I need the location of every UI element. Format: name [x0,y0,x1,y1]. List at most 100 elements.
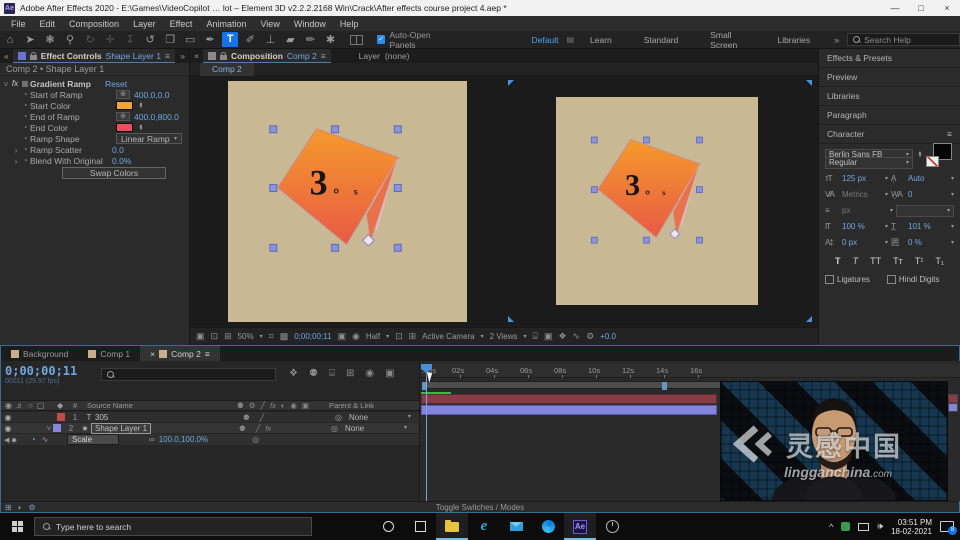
eraser-tool-icon[interactable]: ▰ [280,33,300,46]
faux-bold-button[interactable]: T [835,256,841,266]
stroke-width-field[interactable]: px ▾ [842,206,893,215]
eye-icon[interactable]: ◉ [1,413,15,422]
pan-camera-tool-icon[interactable]: ✛ [100,33,120,46]
mail-icon[interactable] [500,513,532,540]
panel-overflow-icon[interactable]: » [180,51,189,61]
graph-editor-icon[interactable]: ▣ [385,368,394,379]
workspace-learn[interactable]: Learn [574,35,628,45]
workspace-menu-icon[interactable]: ▤ [566,35,574,44]
type-tool-icon[interactable]: T [222,32,239,47]
panel-back-icon[interactable]: « [0,51,13,61]
layer-twirl-icon[interactable]: ˅ [45,424,53,433]
stopwatch-icon[interactable]: ◔ [20,134,30,143]
tray-expand-icon[interactable]: ^ [829,522,833,532]
view-layout-select[interactable]: 2 Views [490,332,518,341]
current-time[interactable]: 0;00;00;11 [294,332,331,341]
fill-stroke-swatches[interactable] [925,142,952,167]
layer-row-shape-layer-1[interactable]: ◉ ˅ 2 ★ Shape Layer 1 ⚉ ╱ fx ◎ None ▾ [1,422,419,434]
layer-bar-shape-layer-1[interactable] [421,405,717,415]
flowchart-icon[interactable]: ∿ [573,331,581,342]
ramp-scatter-value[interactable]: 0.0 [112,145,124,155]
small-caps-button[interactable]: Tᴛ [893,256,903,266]
comp-canvas-left[interactable]: 3 o s [228,81,467,322]
keyframe-nav-icons[interactable]: ◀ ◆ [1,436,27,444]
timeline-tab-comp1[interactable]: Comp 1 [78,346,140,361]
frame-blend-icon[interactable]: ⊞ [346,368,354,379]
font-style-dropdown[interactable]: Regular ▾ [825,156,913,169]
twirl-closed-icon[interactable]: › [12,156,20,166]
composition-flow-icon[interactable]: ❖ [289,368,298,379]
always-preview-icon[interactable]: ▣ [196,331,205,342]
superscript-button[interactable]: T¹ [915,256,924,266]
stroke-style-dropdown[interactable]: ▾ [896,204,954,217]
pen-tool-icon[interactable]: ✒ [200,33,220,46]
stopwatch-icon[interactable]: ◔ [20,156,30,165]
pickwhip-icon[interactable]: ◎ [335,413,349,422]
comp-canvas-right[interactable]: 3 o s [556,97,758,305]
taskbar-search[interactable]: Type here to search [34,517,312,536]
eye-icon[interactable]: ◉ [1,424,15,433]
maximize-button[interactable]: □ [908,0,934,16]
comp2-viewer-tab[interactable]: Comp 2 [200,62,254,76]
stopwatch-icon[interactable]: ◔ [20,101,30,110]
baseline-shift-field[interactable]: 0 px ▾ [842,238,888,247]
ligatures-checkbox[interactable] [825,275,834,284]
vertical-scale-field[interactable]: 100 % ▾ [842,222,888,231]
stopwatch-icon[interactable]: ◔ [20,90,30,99]
parent-dropdown[interactable]: None ▾ [349,413,411,422]
work-area-end-handle[interactable] [662,382,667,390]
panel-menu-icon[interactable]: ≡ [165,51,170,61]
file-explorer-icon[interactable] [436,513,468,540]
tracking-field[interactable]: 0 ▾ [908,190,954,199]
motion-blur-icon[interactable]: ◉ [365,368,374,379]
blend-value[interactable]: 0.0% [112,156,131,166]
orbit-tool-icon[interactable]: ↻ [80,33,100,46]
source-name-header[interactable]: Source Name [87,401,237,410]
effects-presets-panel-header[interactable]: Effects & Presets [819,49,960,68]
mask-visibility-icon[interactable]: ▩ [280,331,289,342]
toggle-switches-modes-button[interactable]: Toggle Switches / Modes [1,503,959,512]
tsume-field[interactable]: 0 % ▾ [908,238,954,247]
eyedropper-icon[interactable]: ✒ [915,151,924,158]
scale-property-label[interactable]: Scale [67,434,120,445]
composition-tab[interactable]: Composition Comp 2 ≡ [202,49,331,63]
ramp-shape-dropdown[interactable]: Linear Ramp ▾ [116,133,182,144]
volume-icon[interactable]: 🕪 [877,521,883,532]
close-tab-icon[interactable]: × [190,51,203,61]
shy-icon[interactable]: ⌸ [329,368,335,379]
scale-value[interactable]: 100.0,100.0% [159,435,208,444]
subscript-button[interactable]: T₁ [935,256,944,266]
menu-view[interactable]: View [253,19,286,29]
font-size-field[interactable]: 125 px ▾ [842,174,888,183]
stopwatch-icon[interactable]: ◔ [27,435,39,444]
timeline-tab-comp2[interactable]: × Comp 2 ≡ [140,346,220,361]
link-icon[interactable]: ∞ [149,435,155,444]
start-button[interactable] [0,521,34,532]
preview-panel-header[interactable]: Preview [819,68,960,87]
stopwatch-icon[interactable]: ◔ [20,145,30,154]
timeline-button-icon[interactable]: ❖ [558,331,566,342]
tray-app-icon[interactable] [841,522,851,531]
horizontal-scale-field[interactable]: 101 % ▾ [908,222,954,231]
screen-recorder-icon[interactable] [596,513,628,540]
stopwatch-icon[interactable]: ◔ [20,112,30,121]
end-of-ramp-value[interactable]: 400.0,800.0 [134,112,179,122]
edge-icon[interactable] [532,513,564,540]
menu-window[interactable]: Window [287,19,333,29]
playhead-line[interactable] [426,364,427,501]
effect-name[interactable]: Gradient Ramp [30,79,91,89]
fx-badge-icon[interactable]: fx [10,79,20,88]
channels-icon[interactable]: ◉ [352,331,360,342]
auto-open-checkbox[interactable]: ✓ [376,35,386,44]
panel-menu-icon[interactable]: ≡ [205,349,210,359]
start-color-swatch[interactable] [116,101,133,110]
grid-guides-icon[interactable]: ⌗ [269,331,274,342]
stopwatch-icon[interactable]: ◔ [20,123,30,132]
display-icon[interactable] [858,522,870,531]
after-effects-taskbar-icon[interactable]: Ae [564,513,596,540]
character-panel-header[interactable]: Character ≡ [819,125,960,144]
zoom-tool-icon[interactable]: ⚲ [60,33,80,46]
help-search[interactable]: Search Help [847,33,960,46]
panel-menu-icon[interactable]: ≡ [947,129,952,139]
composition-viewer[interactable]: 3 o s 3 o s [190,76,818,327]
